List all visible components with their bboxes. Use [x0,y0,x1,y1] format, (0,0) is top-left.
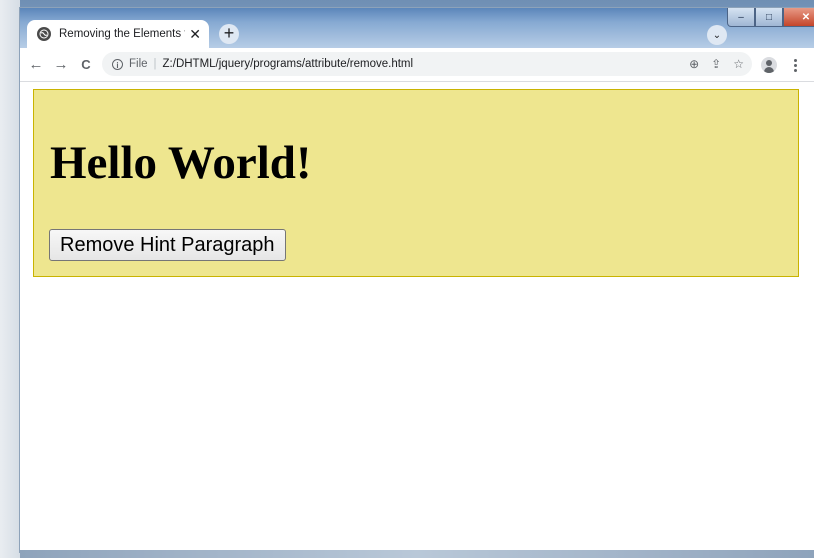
tab-title: Removing the Elements from DOM [59,28,185,40]
browser-window: Removing the Elements from DOM ✕ + ⌄ – □… [20,8,814,552]
profile-body [764,67,774,73]
address-bar-actions: ⊕ ⇪ ☆ [689,57,744,71]
taskbar-edge [20,550,814,558]
maximize-button[interactable]: □ [755,8,783,27]
browser-tab[interactable]: Removing the Elements from DOM ✕ [27,20,209,48]
page-viewport: Hello World! Remove Hint Paragraph [20,82,814,552]
page-heading: Hello World! [50,137,312,189]
minimize-button[interactable]: – [727,8,755,27]
bookmark-star-icon[interactable]: ☆ [733,57,744,71]
profile-avatar-icon[interactable] [761,57,777,73]
info-icon[interactable]: i [112,58,123,70]
close-window-button[interactable]: ✕ [783,8,814,27]
new-tab-button[interactable]: + [219,24,239,44]
profile-head [766,60,772,66]
tab-search-button[interactable]: ⌄ [707,25,727,45]
address-bar[interactable]: i File | Z:/DHTML/jquery/programs/attrib… [102,52,752,76]
reload-button[interactable]: C [76,54,96,74]
remove-hint-paragraph-button[interactable]: Remove Hint Paragraph [49,229,286,261]
window-controls: – □ ✕ [727,8,814,28]
menu-dot [793,58,797,62]
share-icon[interactable]: ⇪ [711,57,721,71]
back-button[interactable]: ← [26,54,46,74]
content-container: Hello World! Remove Hint Paragraph [33,89,799,277]
title-bar: Removing the Elements from DOM ✕ + ⌄ – □… [20,8,814,48]
zoom-icon[interactable]: ⊕ [689,57,699,71]
browser-toolbar: ← → C i File | Z:/DHTML/jquery/programs/… [20,48,814,82]
url-separator: | [153,58,157,70]
url-scheme-label: File [129,58,148,70]
url-text[interactable]: Z:/DHTML/jquery/programs/attribute/remov… [163,58,414,70]
forward-button[interactable]: → [51,54,71,74]
menu-dot [793,68,797,72]
globe-icon [37,27,51,41]
desktop-edge [0,0,20,558]
menu-kebab-icon[interactable] [790,56,800,74]
tab-close-icon[interactable]: ✕ [189,27,201,41]
menu-dot [793,63,797,67]
